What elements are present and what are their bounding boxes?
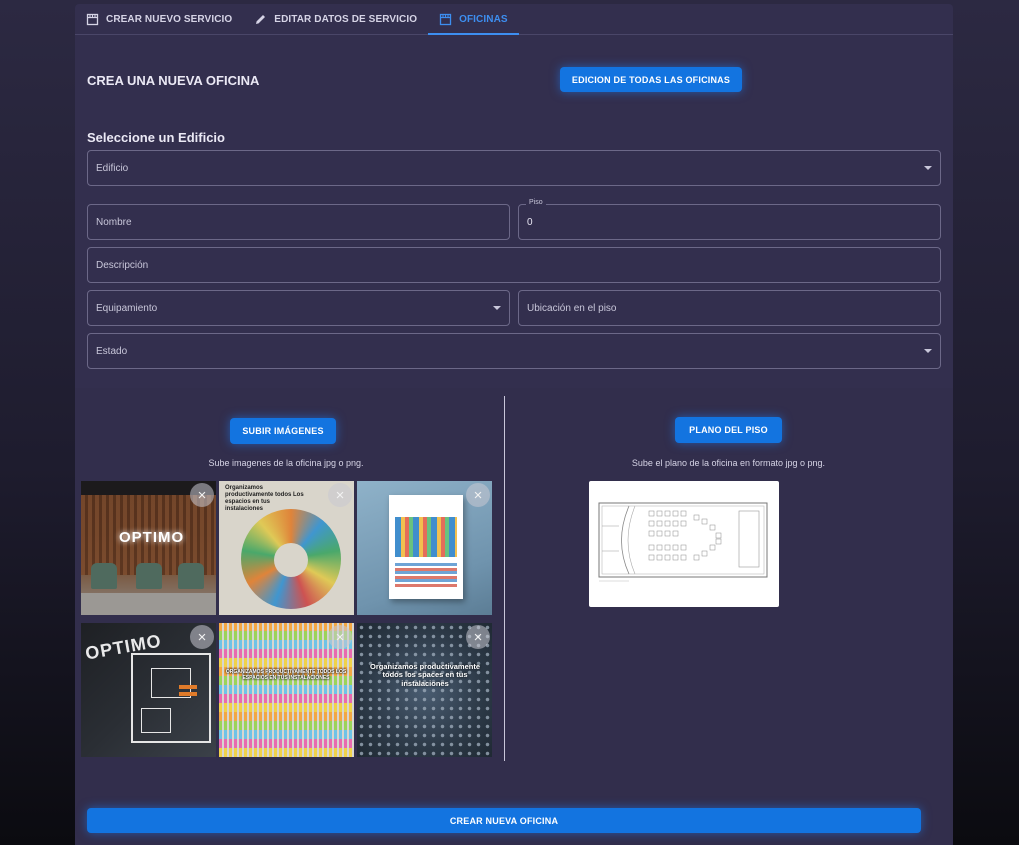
status-select[interactable]: Estado <box>87 333 941 369</box>
tab-crear-nuevo-servicio[interactable]: CREAR NUEVO SERVICIO <box>75 4 243 34</box>
section-divider <box>504 396 505 761</box>
building-select-placeholder: Edificio <box>96 162 129 174</box>
location-input[interactable]: Ubicación en el piso <box>518 290 941 326</box>
tab-label: OFICINAS <box>459 13 508 25</box>
remove-image-icon[interactable]: × <box>466 625 490 649</box>
equipment-select[interactable]: Equipamiento <box>87 290 510 326</box>
office-form: CREA UNA NUEVA OFICINA EDICION DE TODAS … <box>75 35 953 388</box>
office-image-thumbnail[interactable]: ORGANIZAMOS PRODUCTIVAMENTE TODOS LOS ES… <box>219 623 354 757</box>
location-input-placeholder: Ubicación en el piso <box>527 302 617 314</box>
tab-editar-datos-de-servicio[interactable]: EDITAR DATOS DE SERVICIO <box>243 4 428 34</box>
description-input-placeholder: Descripción <box>96 259 149 271</box>
name-input[interactable]: Nombre <box>87 204 510 240</box>
equipment-select-placeholder: Equipamiento <box>96 302 158 314</box>
remove-image-icon[interactable]: × <box>190 483 214 507</box>
images-hint: Sube imagenes de la oficina jpg o png. <box>208 458 364 468</box>
storefront-icon <box>86 13 99 26</box>
main-panel: CREAR NUEVO SERVICIO EDITAR DATOS DE SER… <box>75 4 953 845</box>
office-image-thumbnail[interactable]: OPTIMO × <box>81 623 216 757</box>
chevron-down-icon <box>493 306 501 310</box>
pencil-icon <box>254 13 267 26</box>
thumbnail-caption: ORGANIZAMOS PRODUCTIVAMENTE TODOS LOS ES… <box>225 669 347 681</box>
chevron-down-icon <box>924 166 932 170</box>
remove-image-icon[interactable]: × <box>328 625 352 649</box>
remove-image-icon[interactable]: × <box>328 483 352 507</box>
tab-label: CREAR NUEVO SERVICIO <box>106 13 233 25</box>
floorplan-hint: Sube el plano de la oficina en formato j… <box>631 458 826 468</box>
floorplan-image <box>589 481 779 607</box>
thumbnail-caption: Organizamos productivamente todos los sp… <box>369 662 481 688</box>
tab-label: EDITAR DATOS DE SERVICIO <box>274 13 418 25</box>
name-input-placeholder: Nombre <box>96 216 132 228</box>
floorplan-drawing <box>598 502 768 582</box>
thumbnail-logo-text: OPTIMO <box>119 529 185 546</box>
remove-image-icon[interactable]: × <box>466 483 490 507</box>
create-office-button[interactable]: CREAR NUEVA OFICINA <box>87 808 921 833</box>
status-select-placeholder: Estado <box>96 345 128 357</box>
office-image-thumbnail[interactable]: Organizamos productivamente todos los sp… <box>357 623 492 757</box>
edit-all-offices-button[interactable]: EDICION DE TODAS LAS OFICINAS <box>560 67 742 92</box>
floor-label: Piso <box>526 199 546 206</box>
building-heading: Seleccione un Edificio <box>87 130 225 145</box>
media-section: SUBIR IMÁGENES Sube imagenes de la ofici… <box>75 388 953 845</box>
tab-bar: CREAR NUEVO SERVICIO EDITAR DATOS DE SER… <box>75 4 953 35</box>
page-title: CREA UNA NUEVA OFICINA <box>87 73 260 88</box>
office-image-thumbnail[interactable]: × <box>357 481 492 615</box>
upload-floorplan-button[interactable]: PLANO DEL PISO <box>675 417 782 443</box>
floor-value: 0 <box>527 216 533 228</box>
upload-images-button[interactable]: SUBIR IMÁGENES <box>230 418 336 444</box>
building-select[interactable]: Edificio <box>87 150 941 186</box>
remove-image-icon[interactable]: × <box>190 625 214 649</box>
office-image-thumbnail[interactable]: OPTIMO × <box>81 481 216 615</box>
chevron-down-icon <box>924 349 932 353</box>
office-image-thumbnail[interactable]: Organizamos productivamente todos Los es… <box>219 481 354 615</box>
floor-input[interactable]: Piso 0 <box>518 199 941 240</box>
storefront-icon <box>439 13 452 26</box>
tab-oficinas[interactable]: OFICINAS <box>428 4 519 35</box>
description-input[interactable]: Descripción <box>87 247 941 283</box>
